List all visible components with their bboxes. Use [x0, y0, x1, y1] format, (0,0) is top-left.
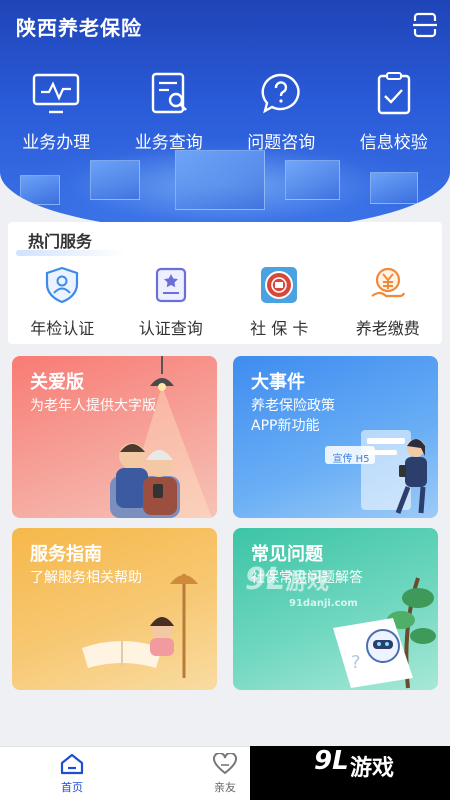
nav-relatives[interactable]: 亲友 [195, 753, 255, 795]
heart-icon [213, 753, 237, 775]
banner-building [90, 160, 140, 200]
hot-service-label: 年检认证 [30, 319, 95, 338]
monitor-chart-icon [33, 73, 80, 114]
brand-text: 游戏 [350, 756, 395, 781]
yuan-hand-icon [371, 267, 405, 298]
card-care-edition[interactable]: 关爱版 为老年人提供大字版 [12, 356, 217, 518]
badge-document-icon [155, 267, 186, 303]
social-security-card-icon [261, 267, 298, 303]
quick-action-label: 业务办理 [22, 133, 91, 153]
card-subtitle: 了解服务相关帮助 [30, 570, 142, 586]
quick-action-label: 信息校验 [359, 133, 428, 153]
app-title: 陕西养老保险 [16, 16, 142, 40]
quick-action-label: 业务查询 [134, 133, 203, 153]
hot-service-annual-auth[interactable]: 年检认证 [8, 266, 117, 339]
document-search-icon [151, 72, 187, 114]
watermark-site: 91danji.com [289, 598, 358, 609]
scan-icon [413, 12, 437, 38]
hot-service-auth-query[interactable]: 认证查询 [117, 266, 226, 339]
scan-button[interactable] [410, 10, 440, 40]
quick-action-query[interactable]: 业务查询 [113, 72, 226, 153]
hot-service-label: 社 保 卡 [250, 319, 309, 338]
card-title: 大事件 [251, 372, 305, 393]
hot-services-title: 热门服务 [28, 232, 93, 251]
promo-h5-badge: 宣传 H5 [332, 454, 370, 465]
brand-overlay: 9L 游戏 [250, 746, 450, 800]
card-major-events[interactable]: 大事件 养老保险政策 APP新功能 宣传 H5 [233, 356, 438, 518]
hot-service-pension-pay[interactable]: 养老缴费 [334, 266, 443, 339]
watermark-num: 9L [245, 562, 285, 597]
banner-building [370, 172, 418, 204]
banner-building [175, 150, 265, 210]
question-bubble-icon [261, 73, 300, 114]
quick-action-label: 问题咨询 [247, 133, 316, 153]
nav-home[interactable]: 首页 [42, 753, 102, 795]
card-service-guide[interactable]: 服务指南 了解服务相关帮助 [12, 528, 217, 690]
hot-service-social-card[interactable]: 社 保 卡 [225, 266, 334, 339]
hot-service-label: 养老缴费 [355, 319, 420, 338]
hot-service-label: 认证查询 [138, 319, 203, 338]
shield-person-icon [46, 266, 79, 304]
quick-action-consult[interactable]: 问题咨询 [225, 72, 338, 153]
card-subtitle: 为老年人提供大字版 [30, 398, 156, 414]
brand-number: 9L [314, 746, 349, 776]
card-title: 关爱版 [30, 372, 84, 393]
card-subtitle: 养老保险政策 APP新功能 [251, 398, 335, 434]
svg-text:?: ? [351, 652, 361, 673]
home-icon [60, 753, 84, 775]
document-check-icon [377, 72, 410, 115]
card-faq[interactable]: ? 常见问题 社保常见问题解答 9L游戏 91danji.com [233, 528, 438, 690]
nav-home-label: 首页 [61, 781, 83, 794]
banner-building [20, 175, 60, 205]
banner-building [285, 160, 340, 200]
quick-action-verify[interactable]: 信息校验 [338, 72, 450, 153]
watermark-logo: 9L游戏 [245, 562, 329, 597]
card-title: 服务指南 [30, 544, 102, 565]
quick-action-business[interactable]: 业务办理 [0, 72, 113, 153]
watermark-text: 游戏 [285, 570, 330, 595]
nav-relatives-label: 亲友 [214, 781, 236, 794]
quick-actions: 业务办理 业务查询 问题咨询 信息校验 [0, 72, 450, 153]
hot-services-panel: 热门服务 年检认证 认证查询 社 保 卡 养老缴费 [8, 222, 442, 344]
